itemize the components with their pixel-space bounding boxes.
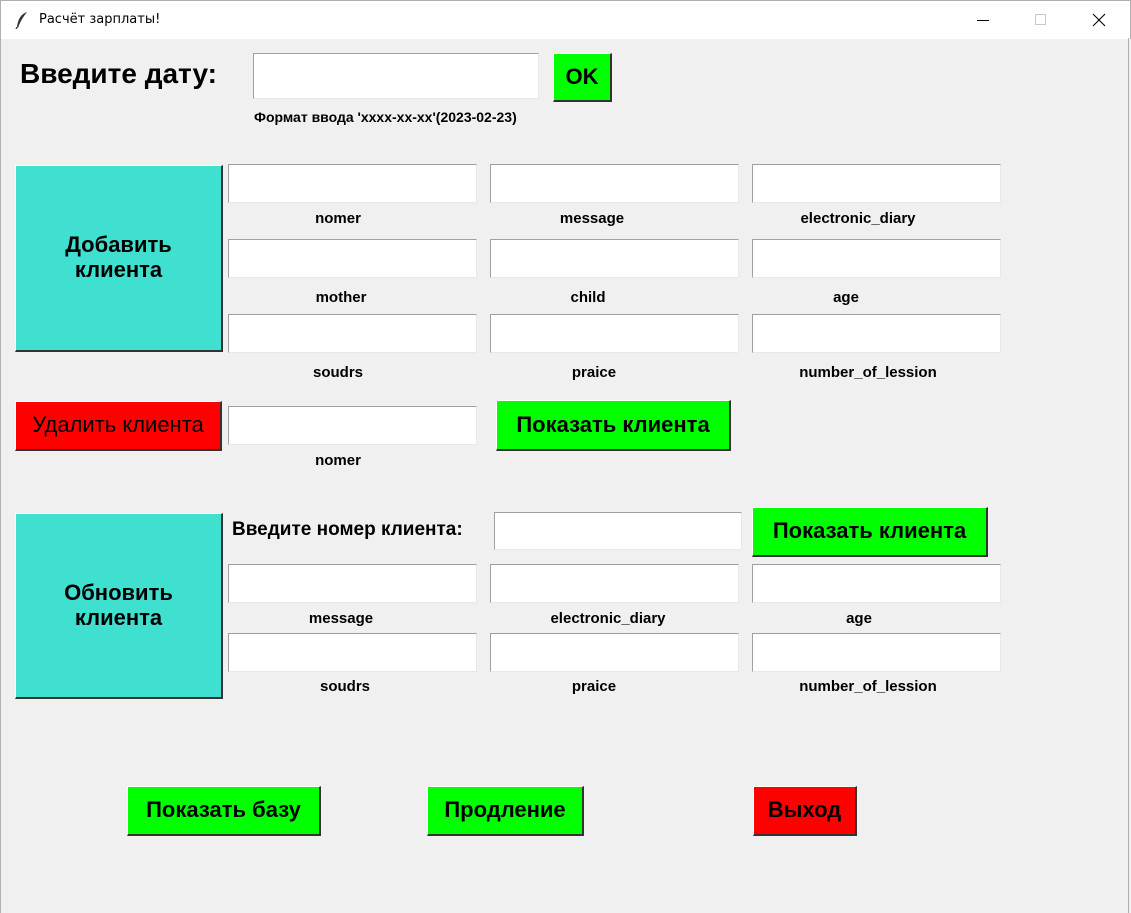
add-age-input[interactable] — [752, 239, 1001, 278]
delete-nomer-input[interactable] — [228, 406, 477, 445]
title-bar: Расчёт зарплаты! — [0, 0, 1131, 39]
date-format-hint: Формат ввода 'xxxx-xx-xx'(2023-02-23) — [254, 109, 517, 125]
maximize-button[interactable] — [1012, 1, 1070, 39]
add-praice-label: praice — [571, 364, 617, 381]
date-input[interactable] — [253, 53, 539, 99]
delete-client-button[interactable]: Удалить клиента — [15, 401, 222, 451]
add-mother-input[interactable] — [228, 239, 477, 278]
update-praice-label: praice — [571, 678, 617, 695]
update-message-input[interactable] — [228, 564, 477, 603]
update-electronic-diary-input[interactable] — [490, 564, 739, 603]
add-age-label: age — [833, 289, 859, 306]
update-number-of-lession-input[interactable] — [752, 633, 1001, 672]
update-soudrs-label: soudrs — [319, 678, 370, 695]
add-message-input[interactable] — [490, 164, 739, 203]
add-child-label: child — [570, 289, 606, 306]
update-age-input[interactable] — [752, 564, 1001, 603]
date-label: Введите дату: — [20, 58, 217, 89]
delete-nomer-label: nomer — [315, 452, 361, 469]
update-show-client-button[interactable]: Показать клиента — [752, 507, 988, 557]
client-number-label: Введите номер клиента: — [232, 519, 463, 540]
maximize-icon — [1035, 14, 1046, 25]
add-number-of-lession-input[interactable] — [752, 314, 1001, 353]
window-title: Расчёт зарплаты! — [39, 12, 161, 27]
add-mother-label: mother — [315, 289, 367, 306]
extension-button[interactable]: Продление — [427, 786, 584, 836]
update-client-button[interactable]: Обновить клиента — [15, 513, 223, 699]
show-database-button[interactable]: Показать базу — [127, 786, 321, 836]
update-praice-input[interactable] — [490, 633, 739, 672]
client-number-input[interactable] — [494, 512, 742, 550]
add-soudrs-label: soudrs — [312, 364, 363, 381]
add-child-input[interactable] — [490, 239, 739, 278]
exit-button[interactable]: Выход — [753, 786, 857, 836]
add-electronic-diary-input[interactable] — [752, 164, 1001, 203]
add-praice-input[interactable] — [490, 314, 739, 353]
add-electronic-diary-label: electronic_diary — [800, 210, 916, 227]
add-message-label: message — [559, 210, 625, 227]
update-number-of-lession-label: number_of_lession — [799, 678, 937, 695]
add-nomer-input[interactable] — [228, 164, 477, 203]
add-nomer-label: nomer — [315, 210, 361, 227]
update-age-label: age — [846, 610, 872, 627]
feather-icon — [15, 12, 27, 29]
close-icon — [1092, 13, 1106, 27]
update-soudrs-input[interactable] — [228, 633, 477, 672]
ok-button[interactable]: OK — [553, 53, 612, 102]
minimize-icon — [977, 20, 989, 21]
show-client-button[interactable]: Показать клиента — [496, 400, 731, 451]
add-number-of-lession-label: number_of_lession — [799, 364, 937, 381]
close-button[interactable] — [1070, 1, 1128, 39]
add-soudrs-input[interactable] — [228, 314, 477, 353]
minimize-button[interactable] — [954, 1, 1012, 39]
add-client-button[interactable]: Добавить клиента — [15, 165, 223, 352]
update-message-label: message — [308, 610, 374, 627]
update-electronic-diary-label: electronic_diary — [550, 610, 666, 627]
